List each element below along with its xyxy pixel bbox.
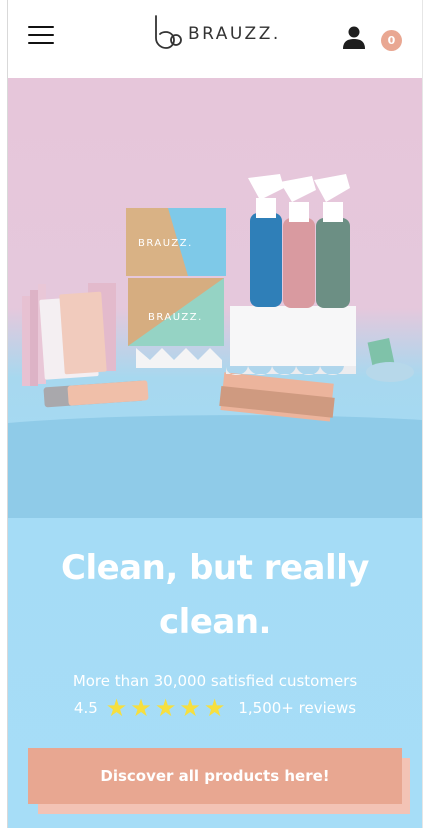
customer-count-text: More than 30,000 satisfied customers bbox=[72, 672, 358, 690]
rating-stars: ★ ★ ★ ★ ★ bbox=[106, 696, 229, 720]
hero-headline-line: clean. bbox=[159, 602, 271, 642]
menu-icon-bar bbox=[28, 26, 54, 28]
user-icon bbox=[343, 26, 365, 49]
box-brand-label: BRAUZZ. bbox=[138, 238, 193, 249]
star-icon: ★ bbox=[179, 694, 201, 722]
menu-button[interactable] bbox=[28, 26, 54, 46]
hero-headline: Clean, but really clean. bbox=[8, 541, 422, 649]
cart-count-badge[interactable]: 0 bbox=[381, 30, 402, 51]
cta-wrapper: Discover all products here! bbox=[28, 748, 410, 814]
brand-logo[interactable]: BRAUZZ. bbox=[152, 14, 281, 50]
star-icon: ★ bbox=[154, 694, 177, 722]
hero-headline-line: Clean, but really bbox=[61, 548, 369, 588]
account-button[interactable] bbox=[342, 25, 366, 49]
reviews-link[interactable]: 1,500+ reviews bbox=[238, 699, 356, 717]
menu-icon-bar bbox=[28, 34, 54, 36]
star-icon: ★ bbox=[130, 694, 152, 722]
spray-bottle bbox=[314, 174, 350, 308]
brand-name: BRAUZZ. bbox=[188, 24, 281, 44]
menu-icon-bar bbox=[28, 42, 54, 44]
hero-product-photo: BRAUZZ. BRAUZZ. bbox=[8, 174, 422, 518]
site-header: BRAUZZ. 0 bbox=[8, 0, 422, 78]
star-icon: ★ bbox=[105, 694, 128, 722]
rating-row: 4.5 ★ ★ ★ ★ ★ 1,500+ reviews bbox=[8, 696, 422, 720]
hero-section: BRAUZZ. BRAUZZ. Clean, but really clean.… bbox=[8, 78, 422, 828]
spray-bottle bbox=[248, 174, 284, 307]
star-icon: ★ bbox=[203, 694, 226, 722]
brand-logo-icon bbox=[155, 15, 182, 49]
discover-products-button[interactable]: Discover all products here! bbox=[28, 748, 402, 804]
box-brand-label: BRAUZZ. bbox=[148, 312, 203, 323]
rating-score: 4.5 bbox=[73, 699, 98, 717]
spray-bottle bbox=[280, 176, 316, 308]
page-edge-right bbox=[422, 0, 423, 828]
